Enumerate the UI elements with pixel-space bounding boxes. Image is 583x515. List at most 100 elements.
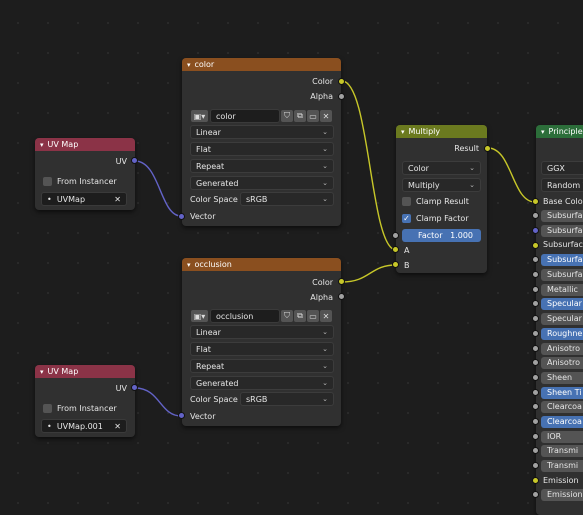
input-socket[interactable] — [532, 227, 539, 234]
projection-dropdown[interactable]: Flat ⌄ — [190, 142, 334, 156]
subsurface-radius-input[interactable]: Subsurfac — [541, 225, 583, 237]
mix-multiply-node[interactable]: ▾ Multiply Result Color ⌄ Multiply ⌄ Clamp… — [396, 125, 487, 273]
input-socket[interactable] — [532, 418, 539, 425]
collapse-caret-icon[interactable]: ▾ — [40, 141, 44, 149]
b-input-socket[interactable] — [392, 261, 399, 268]
clearcoat-roughness-input[interactable]: Clearcoa — [541, 416, 583, 428]
collapse-caret-icon[interactable]: ▾ — [40, 368, 44, 376]
fake-user-shield-icon[interactable]: ⛉ — [281, 110, 293, 122]
subsurface-input[interactable]: Subsurfa — [541, 210, 583, 222]
open-folder-icon[interactable]: ▭ — [307, 110, 319, 122]
color-output-socket[interactable] — [338, 78, 345, 85]
unlink-close-icon[interactable]: ✕ — [320, 310, 332, 322]
input-socket[interactable] — [532, 242, 539, 249]
transmission-input[interactable]: Transmi — [541, 445, 583, 457]
image-browse-icon[interactable]: ▣▾ — [191, 310, 208, 322]
input-socket[interactable] — [532, 374, 539, 381]
open-folder-icon[interactable]: ▭ — [307, 310, 319, 322]
factor-slider[interactable]: Factor 1.000 — [402, 229, 481, 242]
a-input-socket[interactable] — [392, 246, 399, 253]
from-instancer-checkbox[interactable]: From Instancer — [35, 401, 135, 415]
interpolation-dropdown[interactable]: Linear ⌄ — [190, 325, 334, 339]
subsurface-ior-input[interactable]: Subsurfa — [541, 254, 583, 266]
transmission-roughness-input[interactable]: Transmi — [541, 460, 583, 472]
image-texture-node-occlusion[interactable]: ▾ occlusion Color Alpha ▣▾ occlusion ⛉ ⧉… — [182, 258, 341, 426]
input-socket[interactable] — [532, 271, 539, 278]
roughness-input[interactable]: Roughne — [541, 328, 583, 340]
uv-map-node-2[interactable]: ▾ UV Map UV From Instancer • UVMap.001 ✕ — [35, 365, 135, 437]
from-instancer-checkbox[interactable]: From Instancer — [35, 174, 135, 188]
input-socket[interactable] — [532, 359, 539, 366]
duplicate-icon[interactable]: ⧉ — [294, 110, 306, 122]
ior-input[interactable]: IOR — [541, 431, 583, 443]
node-header[interactable]: ▾ Multiply — [396, 125, 487, 138]
base-color-socket[interactable] — [532, 198, 539, 205]
input-socket[interactable] — [532, 403, 539, 410]
metallic-input[interactable]: Metallic — [541, 284, 583, 296]
input-socket[interactable] — [532, 389, 539, 396]
collapse-caret-icon[interactable]: ▾ — [541, 128, 545, 136]
factor-input-socket[interactable] — [392, 232, 399, 239]
input-socket[interactable] — [532, 477, 539, 484]
distribution-dropdown[interactable]: GGX — [541, 161, 583, 175]
unlink-close-icon[interactable]: ✕ — [320, 110, 332, 122]
checkbox-icon[interactable] — [43, 176, 52, 186]
input-socket[interactable] — [532, 330, 539, 337]
data-type-dropdown[interactable]: Color ⌄ — [402, 161, 481, 175]
uvmap-field[interactable]: • UVMap ✕ — [41, 192, 127, 206]
uv-output-socket[interactable] — [131, 157, 138, 164]
collapse-caret-icon[interactable]: ▾ — [187, 61, 191, 69]
extension-dropdown[interactable]: Repeat ⌄ — [190, 159, 334, 173]
checkmark-icon[interactable]: ✓ — [402, 213, 411, 223]
image-name-field[interactable]: occlusion — [210, 309, 280, 323]
image-selector[interactable]: ▣▾ occlusion ⛉ ⧉ ▭ ✕ — [190, 309, 332, 323]
color-space-dropdown[interactable]: sRGB ⌄ — [240, 392, 334, 406]
specular-tint-input[interactable]: Specular — [541, 313, 583, 325]
alpha-output-socket[interactable] — [338, 293, 345, 300]
input-socket[interactable] — [532, 300, 539, 307]
projection-dropdown[interactable]: Flat ⌄ — [190, 342, 334, 356]
image-name-field[interactable]: color — [210, 109, 280, 123]
checkbox-icon[interactable] — [43, 403, 52, 413]
collapse-caret-icon[interactable]: ▾ — [187, 261, 191, 269]
duplicate-icon[interactable]: ⧉ — [294, 310, 306, 322]
color-output-socket[interactable] — [338, 278, 345, 285]
source-dropdown[interactable]: Generated ⌄ — [190, 376, 334, 390]
clamp-result-checkbox[interactable]: Clamp Result — [396, 194, 487, 208]
result-output-socket[interactable] — [484, 145, 491, 152]
uv-map-node-1[interactable]: ▾ UV Map UV From Instancer • UVMap ✕ — [35, 138, 135, 210]
input-socket[interactable] — [532, 286, 539, 293]
checkbox-icon[interactable] — [402, 196, 411, 206]
collapse-caret-icon[interactable]: ▾ — [401, 128, 405, 136]
interpolation-dropdown[interactable]: Linear ⌄ — [190, 125, 334, 139]
emission-strength-input[interactable]: Emission — [541, 489, 583, 501]
image-selector[interactable]: ▣▾ color ⛉ ⧉ ▭ ✕ — [190, 109, 332, 123]
input-socket[interactable] — [532, 447, 539, 454]
clamp-factor-checkbox[interactable]: ✓ Clamp Factor — [396, 211, 487, 225]
vector-input-socket[interactable] — [178, 213, 185, 220]
alpha-output-socket[interactable] — [338, 93, 345, 100]
uvmap-field[interactable]: • UVMap.001 ✕ — [41, 419, 127, 433]
specular-input[interactable]: Specular — [541, 298, 583, 310]
input-socket[interactable] — [532, 212, 539, 219]
blend-mode-dropdown[interactable]: Multiply ⌄ — [402, 178, 481, 192]
source-dropdown[interactable]: Generated ⌄ — [190, 176, 334, 190]
node-header[interactable]: ▾ color — [182, 58, 341, 71]
color-space-dropdown[interactable]: sRGB ⌄ — [240, 192, 334, 206]
input-socket[interactable] — [532, 462, 539, 469]
input-socket[interactable] — [532, 491, 539, 498]
image-texture-node-color[interactable]: ▾ color Color Alpha ▣▾ color ⛉ ⧉ ▭ ✕ Lin… — [182, 58, 341, 226]
clear-icon[interactable]: ✕ — [114, 195, 121, 204]
node-header[interactable]: ▾ UV Map — [35, 365, 135, 378]
sheen-tint-input[interactable]: Sheen Ti — [541, 387, 583, 399]
subsurface-method-dropdown[interactable]: Random W — [541, 178, 583, 192]
clearcoat-input[interactable]: Clearcoa — [541, 401, 583, 413]
node-header[interactable]: ▾ occlusion — [182, 258, 341, 271]
uv-output-socket[interactable] — [131, 384, 138, 391]
clear-icon[interactable]: ✕ — [114, 422, 121, 431]
vector-input-socket[interactable] — [178, 412, 185, 419]
fake-user-shield-icon[interactable]: ⛉ — [281, 310, 293, 322]
extension-dropdown[interactable]: Repeat ⌄ — [190, 359, 334, 373]
subsurface-anisotropy-input[interactable]: Subsurfa — [541, 269, 583, 281]
anisotropic-rotation-input[interactable]: Anisotro — [541, 357, 583, 369]
